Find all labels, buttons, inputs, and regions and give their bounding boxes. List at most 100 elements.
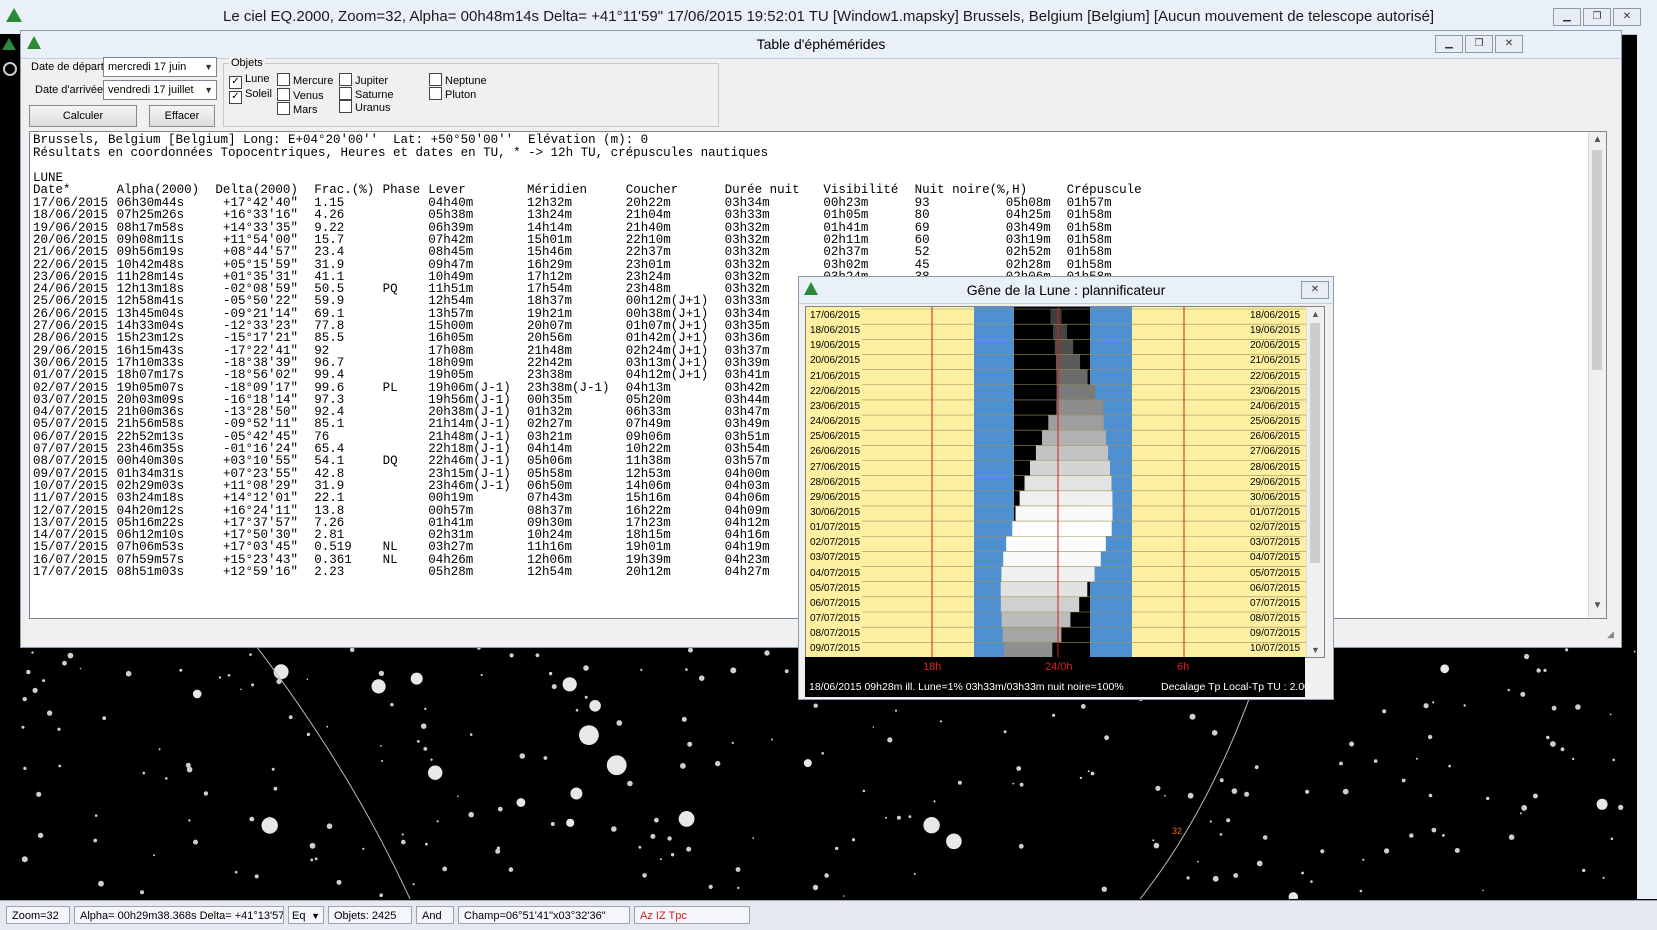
checkbox-venus[interactable]: Venus [277, 88, 324, 102]
star [1301, 871, 1304, 875]
results-scrollbar[interactable]: ▲ ▼ [1588, 132, 1606, 618]
checkbox-box[interactable] [277, 88, 290, 101]
scroll-up-icon[interactable]: ▲ [1589, 134, 1606, 150]
checkbox-lune[interactable]: ✓ Lune [229, 73, 269, 89]
star [425, 842, 428, 846]
frame-select-value: Eq [292, 910, 306, 922]
eph-close-button[interactable]: ✕ [1495, 35, 1523, 53]
star [379, 893, 384, 897]
star [640, 668, 643, 671]
star [752, 837, 755, 839]
star [1575, 704, 1581, 710]
star [140, 890, 144, 895]
close-button[interactable]: ✕ [1613, 8, 1641, 26]
star [1189, 713, 1196, 720]
star [1153, 842, 1160, 849]
checkbox-pluton[interactable]: Pluton [429, 87, 476, 101]
moon-brightness-bar [1056, 399, 1104, 416]
table-cell: PL [382, 380, 398, 395]
star [21, 725, 25, 729]
checkbox-box[interactable] [339, 73, 352, 86]
eph-minimize-button[interactable]: ▁ [1435, 35, 1463, 53]
moon-planner-chart[interactable]: 17/06/2015 18/06/2015 19/06/2015 20/06/2015… [805, 306, 1325, 658]
table-cell: 04h27m [724, 565, 770, 579]
checkbox-box[interactable] [339, 100, 352, 113]
star [22, 696, 27, 702]
planner-date-left: 09/07/2015 [810, 643, 861, 655]
star [735, 867, 741, 872]
column-header: Phase [382, 183, 421, 197]
eph-maximize-button[interactable]: ❐ [1465, 35, 1493, 53]
star [306, 732, 311, 737]
checkbox-label: Lune [245, 73, 270, 85]
star [812, 884, 819, 891]
start-date-select[interactable]: mercredi 17 juin ▼ [103, 57, 217, 77]
end-date-select[interactable]: vendredi 17 juillet ▼ [103, 80, 217, 100]
scroll-thumb[interactable] [1592, 150, 1602, 370]
star [1610, 837, 1614, 841]
star [946, 833, 962, 850]
star [268, 816, 271, 820]
star [381, 760, 383, 762]
checkbox-box[interactable] [429, 73, 442, 86]
toolbar-icon[interactable] [2, 38, 16, 50]
planner-scrollbar[interactable]: ▲ ▼ [1306, 307, 1324, 657]
star [1536, 668, 1541, 673]
status-modes[interactable]: Az IZ Tpc [634, 906, 750, 924]
star [1486, 796, 1490, 801]
checkbox-jupiter[interactable]: Jupiter [339, 73, 388, 87]
star [1382, 709, 1387, 714]
status-bar: Zoom=32 Alpha= 00h29m38.368s Delta= +41°… [0, 900, 1657, 930]
planner-date-right: 29/06/2015 [1250, 476, 1301, 488]
table-cell: 08h51m03s [116, 565, 185, 579]
frame-select[interactable]: Eq ▼ [288, 906, 324, 924]
star [606, 755, 627, 776]
compute-button[interactable]: Calculer [29, 105, 137, 127]
end-date-label: Date d'arrivée [35, 84, 104, 96]
checkbox-box[interactable] [277, 73, 290, 86]
planner-close-button[interactable]: ✕ [1301, 281, 1329, 299]
star [495, 848, 501, 854]
scroll-down-icon[interactable]: ▼ [1311, 645, 1320, 655]
star [179, 668, 183, 672]
minimize-button[interactable]: ▁ [1553, 8, 1581, 26]
scroll-down-icon[interactable]: ▼ [1589, 600, 1606, 616]
checkbox-mars[interactable]: Mars [277, 102, 317, 116]
checkbox-box[interactable] [277, 102, 290, 115]
star [1521, 805, 1528, 811]
moon-brightness-bar [1056, 369, 1088, 385]
star [896, 815, 901, 820]
checkbox-box[interactable]: ✓ [229, 91, 242, 104]
planner-date-left: 28/06/2015 [810, 476, 861, 488]
star [1362, 858, 1365, 861]
star [1090, 771, 1095, 776]
clear-button[interactable]: Effacer [149, 105, 215, 127]
right-toolbar [1637, 34, 1657, 899]
checkbox-box[interactable] [429, 87, 442, 100]
checkbox-saturne[interactable]: Saturne [339, 87, 394, 101]
planner-date-right: 04/07/2015 [1250, 552, 1301, 564]
scroll-up-icon[interactable]: ▲ [1311, 309, 1320, 319]
star [153, 854, 156, 857]
star [378, 670, 385, 677]
checkbox-box[interactable] [339, 87, 352, 100]
star [94, 814, 98, 817]
star [436, 820, 439, 823]
zoom-icon[interactable] [3, 62, 17, 76]
star [326, 725, 329, 728]
checkbox-mercure[interactable]: Mercure [277, 73, 333, 87]
checkbox-uranus[interactable]: Uranus [339, 100, 390, 114]
start-date-value: mercredi 17 juin [108, 61, 187, 73]
moon-brightness-bar [1015, 505, 1113, 522]
star [362, 847, 365, 850]
moon-brightness-bar [1035, 445, 1109, 461]
sky-marker-label: 32 [1172, 826, 1183, 836]
maximize-button[interactable]: ❐ [1583, 8, 1611, 26]
checkbox-neptune[interactable]: Neptune [429, 73, 487, 87]
star [249, 653, 252, 656]
checkbox-soleil[interactable]: ✓ Soleil [229, 88, 272, 104]
moon-brightness-bar [1048, 415, 1104, 431]
scroll-thumb[interactable] [1310, 323, 1320, 563]
planner-title-bar: Gêne de la Lune : plannificateur ✕ [799, 277, 1333, 304]
eph-resize-grip[interactable]: ◢ [1607, 629, 1619, 641]
